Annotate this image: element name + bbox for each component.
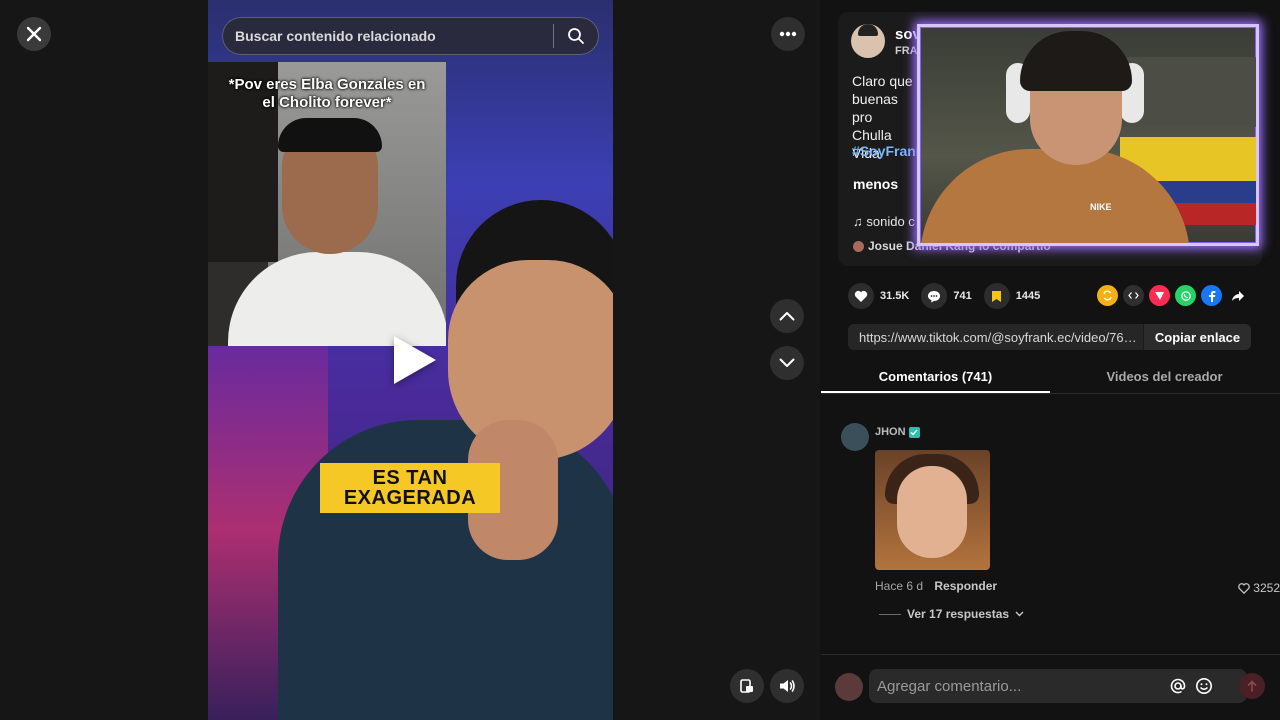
repost-share-button[interactable] bbox=[1097, 285, 1118, 306]
video-frame[interactable]: *Pov eres Elba Gonzales en el Cholito fo… bbox=[208, 0, 613, 720]
comment-action[interactable]: 741 bbox=[921, 283, 972, 309]
share-buttons bbox=[1097, 285, 1248, 306]
embed-icon bbox=[1128, 292, 1139, 299]
comment-meta: Hace 6 d Responder bbox=[875, 579, 997, 593]
chevron-up-icon bbox=[779, 312, 795, 321]
comment-time: Hace 6 d bbox=[875, 579, 924, 593]
video-overlay-caption: *Pov eres Elba Gonzales en el Cholito fo… bbox=[228, 76, 426, 111]
embed-share-button[interactable] bbox=[1123, 285, 1144, 306]
video-link-row: https://www.tiktok.com/@soyfrank.ec/vide… bbox=[848, 324, 1251, 350]
post-comment-button[interactable] bbox=[1239, 673, 1265, 699]
author-avatar[interactable] bbox=[851, 24, 885, 58]
comment-item: JHON Hace 6 d Responder 3252 Ver 17 resp… bbox=[841, 420, 1280, 640]
comment-count: 741 bbox=[953, 290, 972, 302]
comment-composer bbox=[821, 654, 1280, 720]
close-icon bbox=[26, 26, 42, 42]
send-share-button[interactable] bbox=[1149, 285, 1170, 306]
author-subname: FRA bbox=[895, 45, 918, 57]
reply-button[interactable]: Responder bbox=[934, 579, 997, 593]
commenter-avatar[interactable] bbox=[841, 423, 869, 451]
comment-icon bbox=[928, 290, 941, 302]
chevron-down-small-icon bbox=[1015, 611, 1024, 617]
video-url-text[interactable]: https://www.tiktok.com/@soyfrank.ec/vide… bbox=[848, 330, 1143, 345]
picture-in-picture-button[interactable] bbox=[730, 669, 764, 703]
show-less-button[interactable]: menos bbox=[853, 176, 898, 192]
send-icon bbox=[1247, 680, 1257, 692]
panel-tabs: Comentarios (741) Videos del creador bbox=[821, 360, 1280, 394]
search-button[interactable] bbox=[554, 18, 598, 54]
tab-comments[interactable]: Comentarios (741) bbox=[821, 360, 1050, 393]
comment-like-button[interactable]: 3252 bbox=[1238, 581, 1280, 595]
copy-link-button[interactable]: Copiar enlace bbox=[1143, 324, 1251, 350]
bookmark-icon bbox=[992, 290, 1002, 302]
cam-shirt-logo: NIKE bbox=[1090, 202, 1112, 212]
video-player-area: *Pov eres Elba Gonzales en el Cholito fo… bbox=[0, 0, 820, 720]
current-user-avatar bbox=[835, 673, 863, 701]
comment-like-count: 3252 bbox=[1253, 581, 1280, 595]
more-icon bbox=[779, 31, 797, 37]
share-arrow-icon bbox=[1231, 290, 1244, 301]
facebook-share-button[interactable] bbox=[1201, 285, 1222, 306]
pip-icon bbox=[740, 679, 753, 693]
chevron-down-icon bbox=[779, 358, 795, 367]
webcam-overlay: NIKE bbox=[917, 24, 1259, 246]
volume-icon bbox=[780, 680, 795, 692]
tab-creator-videos[interactable]: Videos del creador bbox=[1050, 360, 1279, 393]
music-icon: ♫ bbox=[853, 214, 863, 229]
related-search-bar bbox=[222, 17, 599, 55]
view-replies-button[interactable]: Ver 17 respuestas bbox=[879, 607, 1024, 621]
commenter-name[interactable]: JHON bbox=[875, 426, 920, 438]
whatsapp-icon bbox=[1180, 290, 1191, 301]
at-icon bbox=[1170, 678, 1186, 694]
facebook-icon bbox=[1208, 290, 1215, 302]
repost-icon bbox=[1103, 290, 1112, 301]
sharer-avatar bbox=[853, 240, 864, 252]
emoji-icon bbox=[1196, 678, 1212, 694]
search-icon bbox=[568, 28, 584, 44]
video-inset-clip: *Pov eres Elba Gonzales en el Cholito fo… bbox=[208, 62, 446, 346]
close-button[interactable] bbox=[17, 17, 51, 51]
more-options-button[interactable] bbox=[771, 17, 805, 51]
paper-plane-icon bbox=[1155, 292, 1164, 300]
like-count: 31.5K bbox=[880, 290, 910, 302]
video-sticker-text: ES TAN EXAGERADA bbox=[320, 463, 500, 513]
action-bar: 31.5K 741 1445 bbox=[848, 283, 1052, 309]
more-share-button[interactable] bbox=[1227, 285, 1248, 306]
like-action[interactable]: 31.5K bbox=[848, 283, 909, 309]
save-action[interactable]: 1445 bbox=[983, 283, 1041, 309]
emoji-button[interactable] bbox=[1191, 677, 1217, 695]
heart-outline-icon bbox=[1238, 582, 1251, 594]
next-video-button[interactable] bbox=[770, 346, 804, 380]
hashtag-link[interactable]: #SoyFrank bbox=[852, 143, 922, 159]
mention-button[interactable] bbox=[1165, 677, 1191, 695]
previous-video-button[interactable] bbox=[770, 299, 804, 333]
comment-gif-image[interactable] bbox=[875, 450, 990, 570]
volume-button[interactable] bbox=[770, 669, 804, 703]
play-icon[interactable] bbox=[394, 336, 436, 384]
save-count: 1445 bbox=[1015, 290, 1041, 302]
whatsapp-share-button[interactable] bbox=[1175, 285, 1196, 306]
comment-input[interactable] bbox=[869, 677, 1165, 695]
search-input[interactable] bbox=[223, 28, 553, 44]
comment-input-box bbox=[869, 669, 1247, 703]
verified-badge-icon bbox=[908, 426, 920, 438]
heart-icon bbox=[854, 290, 868, 302]
